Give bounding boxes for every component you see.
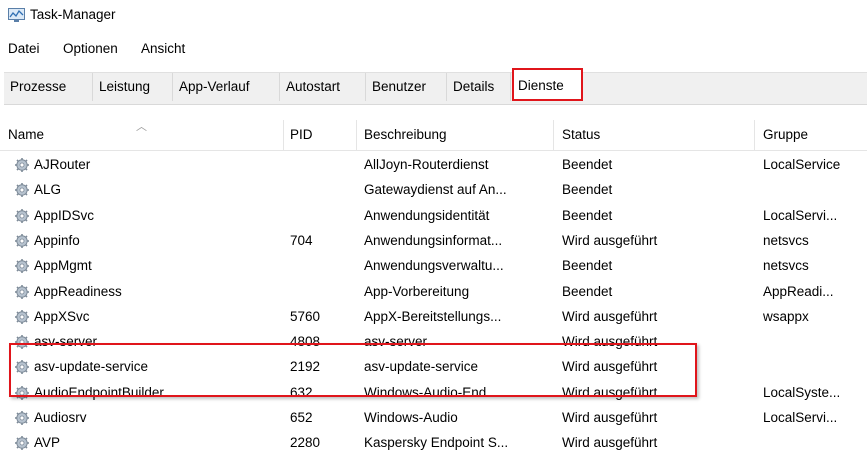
cell-description: Anwendungsinformat...: [364, 232, 503, 248]
cell-name: Audiosrv: [34, 410, 87, 425]
tab-details[interactable]: Details: [447, 73, 511, 101]
table-row[interactable]: AJRouter AllJoyn-Routerdienst Beendet Local…: [0, 154, 867, 177]
cell-name: AVP: [34, 435, 61, 451]
cell-group: AppReadi...: [763, 283, 834, 299]
table-row[interactable]: AVP 2280 Kaspersky Endpoint S... Wird ausge…: [0, 432, 867, 455]
menu-bar: Datei Optionen Ansicht: [0, 38, 867, 60]
tab-autostart[interactable]: Autostart: [280, 73, 366, 101]
gear-icon: [14, 284, 30, 300]
window-title: Task-Manager: [30, 7, 116, 22]
cell-group: LocalServi...: [763, 207, 838, 223]
tab-strip: Prozesse Leistung App-Verlauf Autostart …: [4, 72, 867, 105]
highlight-asv-rows: [9, 343, 697, 397]
cell-status: Wird ausgeführt: [562, 232, 658, 248]
tab-leistung[interactable]: Leistung: [93, 73, 173, 101]
cell-description: Anwendungsverwaltu...: [364, 258, 504, 274]
tab-prozesse[interactable]: Prozesse: [4, 73, 93, 101]
cell-group: netsvcs: [763, 232, 809, 248]
table-row[interactable]: Appinfo 704 Anwendungsinformat... Wird ausg…: [0, 230, 867, 253]
cell-description: Gatewaydienst auf An...: [364, 182, 507, 198]
cell-status: Beendet: [562, 157, 613, 172]
cell-description: AppX-Bereitstellungs...: [364, 308, 502, 324]
cell-group: netsvcs: [763, 258, 809, 274]
cell-description: AllJoyn-Routerdienst: [364, 157, 489, 172]
cell-group: LocalService: [763, 157, 841, 172]
column-pid[interactable]: PID: [290, 127, 313, 142]
column-header: ︿ Name PID Beschreibung Status Gruppe: [0, 120, 867, 151]
cell-name: Appinfo: [34, 232, 80, 248]
tab-benutzer[interactable]: Benutzer: [366, 73, 447, 101]
table-row[interactable]: Audiosrv 652 Windows-Audio Wird ausgeführt L…: [0, 407, 867, 430]
sort-ascending-icon: ︿: [136, 121, 147, 133]
cell-description: Windows-Audio: [364, 410, 458, 425]
menu-ansicht[interactable]: Ansicht: [141, 41, 185, 56]
cell-name: AppMgmt: [34, 258, 92, 274]
menu-datei[interactable]: Datei: [8, 41, 40, 56]
cell-name: AJRouter: [34, 157, 91, 172]
table-row[interactable]: AppMgmt Anwendungsverwaltu... Beendet netsv…: [0, 255, 867, 278]
cell-group: wsappx: [763, 308, 809, 324]
table-row[interactable]: ALG Gatewaydienst auf An... Beendet: [0, 179, 867, 202]
cell-name: ALG: [34, 182, 62, 198]
cell-status: Beendet: [562, 182, 613, 198]
gear-icon: [14, 182, 30, 198]
cell-pid: 5760: [290, 308, 321, 324]
table-row[interactable]: AppXSvc 5760 AppX-Bereitstellungs... Wird a…: [0, 306, 867, 329]
column-name[interactable]: Name: [8, 127, 44, 142]
cell-pid: 652: [290, 410, 313, 425]
column-gruppe[interactable]: Gruppe: [763, 127, 808, 142]
gear-icon: [14, 435, 30, 451]
task-manager-icon: [8, 8, 25, 22]
tab-app-verlauf[interactable]: App-Verlauf: [173, 73, 280, 101]
tab-dienste[interactable]: Dienste: [514, 74, 580, 98]
cell-name: AppXSvc: [34, 308, 90, 324]
cell-status: Wird ausgeführt: [562, 410, 658, 425]
title-bar: Task-Manager: [0, 0, 867, 30]
gear-icon: [14, 208, 30, 224]
gear-icon: [14, 233, 30, 249]
cell-group: LocalSyste...: [763, 384, 841, 400]
column-beschreibung[interactable]: Beschreibung: [364, 127, 447, 142]
cell-pid: 2280: [290, 435, 321, 451]
cell-group: LocalServi...: [763, 410, 838, 425]
cell-status: Wird ausgeführt: [562, 308, 658, 324]
gear-icon: [14, 258, 30, 274]
column-status[interactable]: Status: [562, 127, 600, 142]
menu-optionen[interactable]: Optionen: [63, 41, 118, 56]
cell-description: Anwendungsidentität: [364, 207, 490, 223]
cell-description: Kaspersky Endpoint S...: [364, 435, 509, 451]
cell-name: AppIDSvc: [34, 207, 95, 223]
cell-pid: 704: [290, 232, 313, 248]
table-row[interactable]: AppIDSvc Anwendungsidentität Beendet LocalS…: [0, 205, 867, 228]
cell-status: Beendet: [562, 258, 613, 274]
gear-icon: [14, 410, 30, 426]
gear-icon: [14, 309, 30, 325]
cell-status: Beendet: [562, 283, 613, 299]
cell-status: Beendet: [562, 207, 613, 223]
cell-status: Wird ausgeführt: [562, 435, 658, 451]
table-row[interactable]: AppReadiness App-Vorbereitung Beendet AppRe…: [0, 281, 867, 304]
cell-name: AppReadiness: [34, 283, 122, 299]
gear-icon: [14, 157, 30, 173]
cell-description: App-Vorbereitung: [364, 283, 470, 299]
